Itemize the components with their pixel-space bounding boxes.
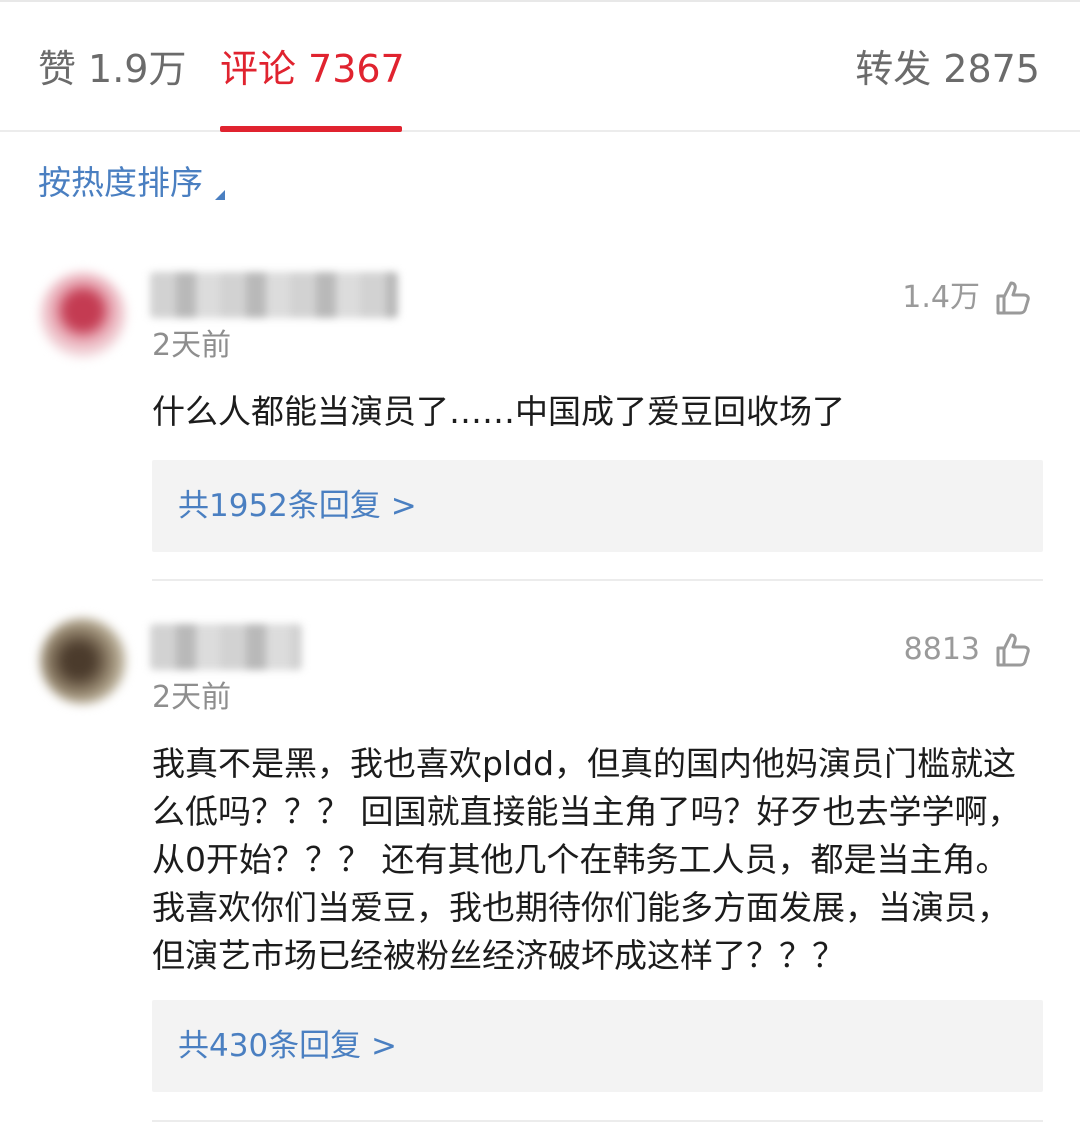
sort-dropdown[interactable]: 按热度排序 — [38, 160, 225, 206]
like-count: 1.4万 — [902, 280, 980, 315]
tab-likes-label: 赞 — [38, 47, 77, 91]
tab-reposts-count: 2875 — [943, 47, 1040, 91]
like-button[interactable]: 8813 — [904, 630, 1032, 670]
tab-likes[interactable]: 赞 1.9万 — [38, 44, 186, 94]
comment-text-line: 从0开始？？？ 还有其他几个在韩务工人员，都是当主角。 — [152, 840, 1009, 879]
tab-comments-count: 7367 — [308, 47, 405, 91]
tab-reposts[interactable]: 转发 2875 — [855, 44, 1040, 94]
tab-bar: 赞 1.9万 评论 7367 转发 2875 — [0, 0, 1080, 132]
sort-label: 按热度排序 — [38, 163, 203, 202]
comment-text-line: 但演艺市场已经被粉丝经济破坏成这样了？？？ — [152, 936, 845, 975]
replies-box[interactable]: 共1952条回复 > — [152, 460, 1043, 552]
avatar[interactable] — [40, 272, 126, 358]
thumbs-up-icon — [994, 631, 1032, 669]
comment-time: 2天前 — [152, 328, 232, 363]
comment-text-line: 我真不是黑，我也喜欢pldd，但真的国内他妈演员门槛就这 — [152, 744, 1017, 783]
username-blurred[interactable] — [150, 624, 302, 670]
comment-time: 2天前 — [152, 680, 232, 715]
tab-likes-count: 1.9万 — [88, 47, 187, 91]
tab-reposts-label: 转发 — [855, 47, 932, 91]
view-replies-link[interactable]: 共430条回复 > — [178, 1024, 397, 1068]
thumbs-up-icon — [994, 279, 1032, 317]
replies-box[interactable]: 共430条回复 > — [152, 1000, 1043, 1092]
tab-comments[interactable]: 评论 7367 — [220, 44, 405, 94]
comment-text: 什么人都能当演员了……中国成了爱豆回收场了 — [152, 392, 845, 431]
active-tab-indicator — [220, 126, 402, 132]
caret-icon — [215, 190, 225, 200]
username-blurred[interactable] — [150, 272, 398, 318]
tab-comments-label: 评论 — [220, 47, 297, 91]
like-button[interactable]: 1.4万 — [902, 278, 1032, 318]
like-count: 8813 — [903, 632, 980, 667]
view-replies-link[interactable]: 共1952条回复 > — [178, 484, 417, 528]
comment-text-line: 么低吗？？？ 回国就直接能当主角了吗？好歹也去学学啊， — [152, 792, 1021, 831]
comment-text-line: 我喜欢你们当爱豆，我也期待你们能多方面发展，当演员， — [152, 888, 1010, 927]
comment-divider — [152, 579, 1043, 581]
comment-divider — [152, 1120, 1043, 1122]
comment-text: 我真不是黑，我也喜欢pldd，但真的国内他妈演员门槛就这 么低吗？？？ 回国就直… — [152, 740, 1042, 980]
avatar[interactable] — [40, 618, 126, 704]
